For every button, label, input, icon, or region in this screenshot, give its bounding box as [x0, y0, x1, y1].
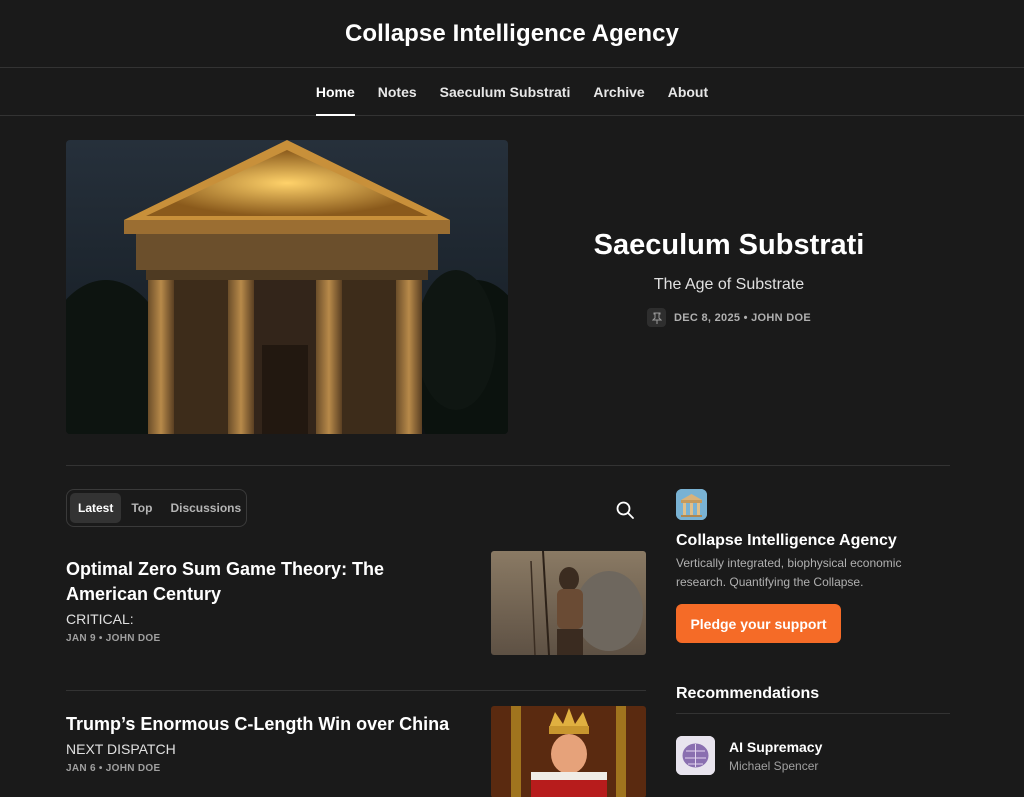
publication-name[interactable]: Collapse Intelligence Agency: [676, 532, 950, 550]
post-item[interactable]: Trump’s Enormous C-Length Win over China…: [66, 706, 646, 797]
featured-post-date-author: DEC 8, 2025 • JOHN DOE: [674, 311, 811, 324]
publication-description: Vertically integrated, biophysical econo…: [676, 556, 902, 589]
post-thumbnail[interactable]: [491, 706, 646, 797]
publication-sidebar: Collapse Intelligence Agency Vertically …: [676, 489, 950, 775]
post-divider: [66, 690, 646, 691]
featured-post-subtitle: The Age of Substrate: [653, 276, 805, 293]
post-title[interactable]: Trump’s Enormous C-Length Win over China: [66, 712, 466, 737]
recommendation-author: Michael Spencer: [729, 758, 819, 773]
featured-post-image[interactable]: [66, 140, 508, 434]
search-icon[interactable]: [612, 497, 638, 523]
post-filter-tabs: Latest Top Discussions: [66, 489, 247, 527]
post-title[interactable]: Optimal Zero Sum Game Theory: The Americ…: [66, 557, 446, 607]
nav-home[interactable]: Home: [315, 68, 355, 116]
post-item[interactable]: Optimal Zero Sum Game Theory: The Americ…: [66, 551, 646, 655]
nav-archive[interactable]: Archive: [593, 68, 644, 116]
recommendation-name[interactable]: AI Supremacy: [729, 739, 822, 755]
publication-logo[interactable]: [676, 489, 707, 520]
post-thumbnail[interactable]: [491, 551, 646, 655]
featured-post-meta: DEC 8, 2025 • JOHN DOE: [647, 308, 811, 327]
featured-post-title[interactable]: Saeculum Substrati: [594, 229, 865, 262]
main-nav: Home Notes Saeculum Substrati Archive Ab…: [0, 68, 1024, 116]
featured-post[interactable]: Saeculum Substrati The Age of Substrate …: [66, 140, 950, 434]
site-title[interactable]: Collapse Intelligence Agency: [345, 20, 679, 48]
section-divider: [66, 465, 950, 466]
tab-latest[interactable]: Latest: [70, 493, 122, 523]
nav-saeculum-substrati[interactable]: Saeculum Substrati: [440, 68, 571, 116]
recommendations-heading: Recommendations: [676, 685, 950, 714]
pin-icon: [647, 308, 666, 327]
pledge-support-button[interactable]: Pledge your support: [676, 604, 841, 643]
recommendation-item[interactable]: AI Supremacy Michael Spencer: [676, 736, 950, 775]
featured-post-text: Saeculum Substrati The Age of Substrate …: [508, 140, 950, 434]
nav-about[interactable]: About: [668, 68, 708, 116]
tab-top[interactable]: Top: [123, 493, 160, 523]
nav-notes[interactable]: Notes: [378, 68, 417, 116]
recommendation-logo[interactable]: [676, 736, 715, 775]
tab-discussions[interactable]: Discussions: [162, 493, 249, 523]
site-header: Collapse Intelligence Agency: [0, 0, 1024, 68]
